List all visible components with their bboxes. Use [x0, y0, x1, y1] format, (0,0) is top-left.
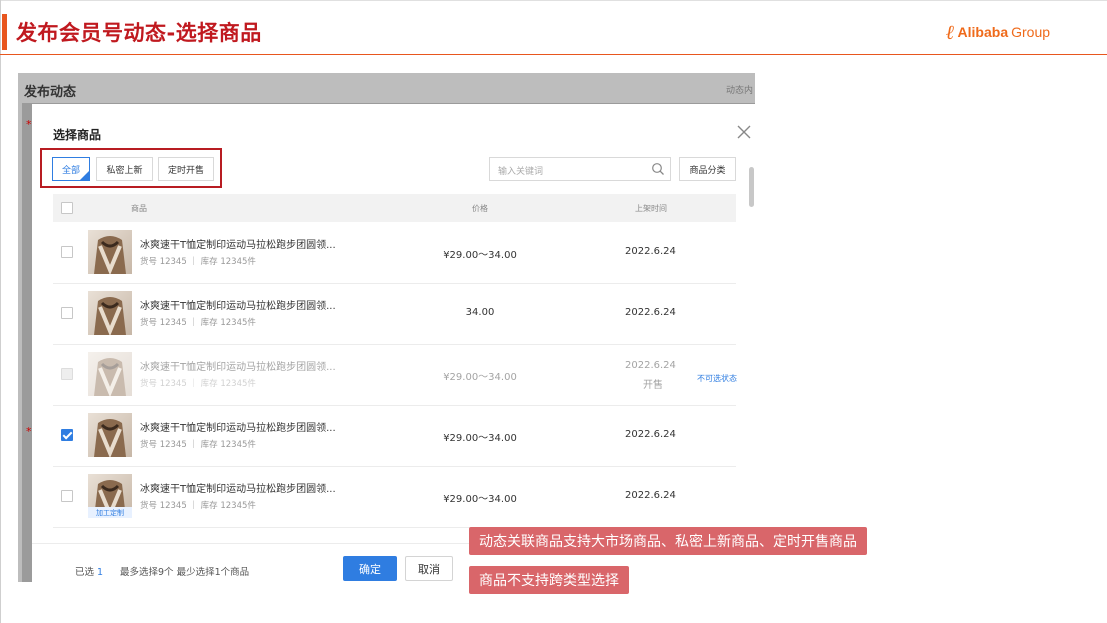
category-button[interactable]: 商品分类 — [679, 157, 736, 181]
tab-all-label: 全部 — [61, 165, 80, 176]
alibaba-logo: ℓ Alibaba Group — [946, 22, 1050, 42]
title-accent-bar — [2, 14, 7, 50]
page-title: 发布会员号动态-选择商品 — [16, 21, 262, 45]
custom-processing-tag: 加工定制 — [88, 507, 132, 518]
tab-all[interactable]: 全部 — [52, 157, 90, 181]
table-row[interactable]: 冰爽速干T恤定制印运动马拉松跑步团圆领... 货号 12345 ｜ 库存 123… — [53, 222, 736, 284]
product-thumbnail — [88, 291, 132, 335]
product-name: 冰爽速干T恤定制印运动马拉松跑步团圆领... — [140, 362, 336, 373]
listing-date: 2022.6.24 — [625, 360, 676, 371]
product-name: 冰爽速干T恤定制印运动马拉松跑步团圆领... — [140, 423, 336, 434]
search-icon[interactable] — [651, 162, 665, 176]
product-price: ¥29.00～34.00 — [443, 250, 517, 261]
screenshot-area: 发布动态 动态内 * * 选择商品 全部 私密上新 定时开售 输入关键词 商品分… — [18, 73, 755, 582]
alibaba-logo-group: Group — [1011, 24, 1051, 40]
product-thumbnail — [88, 230, 132, 274]
product-price: ¥29.00～34.00 — [443, 372, 517, 383]
row-checkbox-disabled — [61, 368, 73, 380]
product-meta: 货号 12345 ｜ 库存 12345件 — [140, 257, 256, 267]
modal-title: 选择商品 — [53, 128, 102, 142]
product-price: ¥29.00～34.00 — [443, 433, 517, 444]
search-input[interactable]: 输入关键词 — [489, 157, 671, 181]
table-header: 商品 价格 上架时间 — [53, 194, 736, 222]
product-thumbnail — [88, 413, 132, 457]
unselectable-status-note: 不可选状态 — [697, 374, 737, 383]
product-meta: 货号 12345 ｜ 库存 12345件 — [140, 440, 256, 450]
tab-selected-corner-icon — [80, 171, 89, 180]
cancel-button[interactable]: 取消 — [405, 556, 453, 581]
tab-private-new[interactable]: 私密上新 — [96, 157, 153, 181]
product-name: 冰爽速干T恤定制印运动马拉松跑步团圆领... — [140, 484, 336, 495]
table-row[interactable]: 冰爽速干T恤定制印运动马拉松跑步团圆领... 货号 12345 ｜ 库存 123… — [53, 405, 736, 467]
product-name: 冰爽速干T恤定制印运动马拉松跑步团圆领... — [140, 240, 336, 251]
close-icon[interactable] — [736, 124, 752, 140]
slide-top-border — [0, 0, 1107, 1]
background-page-title: 发布动态 — [24, 85, 77, 100]
row-checkbox[interactable] — [61, 246, 73, 258]
listing-date: 2022.6.24 — [625, 246, 676, 257]
table-row[interactable]: 冰爽速干T恤定制印运动马拉松跑步团圆领... 货号 12345 ｜ 库存 123… — [53, 283, 736, 345]
slide-left-border — [0, 0, 1, 623]
alibaba-logo-text: Alibaba — [957, 24, 1009, 40]
product-thumbnail: 加工定制 — [88, 474, 132, 518]
row-checkbox[interactable] — [61, 490, 73, 502]
column-header-listing-time: 上架时间 — [635, 204, 667, 213]
row-checkbox[interactable] — [61, 307, 73, 319]
table-row[interactable]: 加工定制 冰爽速干T恤定制印运动马拉松跑步团圆领... 货号 12345 ｜ 库… — [53, 466, 736, 528]
selection-limit-text: 最多选择9个 最少选择1个商品 — [120, 567, 250, 578]
product-meta: 货号 12345 ｜ 库存 12345件 — [140, 318, 256, 328]
product-price: ¥29.00～34.00 — [443, 494, 517, 505]
listing-date: 2022.6.24 — [625, 490, 676, 501]
table-row: 冰爽速干T恤定制印运动马拉松跑步团圆领... 货号 12345 ｜ 库存 123… — [53, 344, 737, 406]
annotation-callout: 动态关联商品支持大市场商品、私密上新商品、定时开售商品 — [469, 527, 867, 555]
product-price: 34.00 — [465, 307, 495, 318]
listing-date: 2022.6.24 — [625, 429, 676, 440]
tab-private-new-label: 私密上新 — [106, 165, 143, 176]
selected-summary: 已选 1 — [75, 564, 103, 578]
search-placeholder: 输入关键词 — [498, 167, 544, 177]
selected-count: 1 — [97, 567, 104, 578]
select-product-modal: 选择商品 全部 私密上新 定时开售 输入关键词 商品分类 商品 价格 上架时间 … — [32, 104, 755, 582]
product-name: 冰爽速干T恤定制印运动马拉松跑步团圆领... — [140, 301, 336, 312]
selected-label: 已选 — [75, 567, 95, 578]
tab-scheduled-sale-label: 定时开售 — [167, 165, 204, 176]
required-mark: * — [26, 118, 32, 131]
product-thumbnail — [88, 352, 132, 396]
column-header-price: 价格 — [472, 204, 488, 213]
listing-date-sub: 开售 — [643, 380, 663, 391]
product-meta: 货号 12345 ｜ 库存 12345件 — [140, 501, 256, 511]
background-header-right: 动态内 — [726, 86, 754, 96]
listing-date: 2022.6.24 — [625, 307, 676, 318]
tab-scheduled-sale[interactable]: 定时开售 — [158, 157, 214, 181]
column-header-product: 商品 — [131, 204, 147, 213]
product-meta: 货号 12345 ｜ 库存 12345件 — [140, 379, 256, 389]
annotation-callout: 商品不支持跨类型选择 — [469, 566, 629, 594]
alibaba-logo-mark: ℓ — [946, 20, 955, 44]
required-mark: * — [26, 425, 32, 438]
select-all-checkbox[interactable] — [61, 202, 73, 214]
row-checkbox-checked[interactable] — [61, 429, 73, 441]
title-divider — [0, 54, 1107, 55]
scrollbar[interactable] — [749, 167, 754, 207]
confirm-button[interactable]: 确定 — [343, 556, 397, 581]
